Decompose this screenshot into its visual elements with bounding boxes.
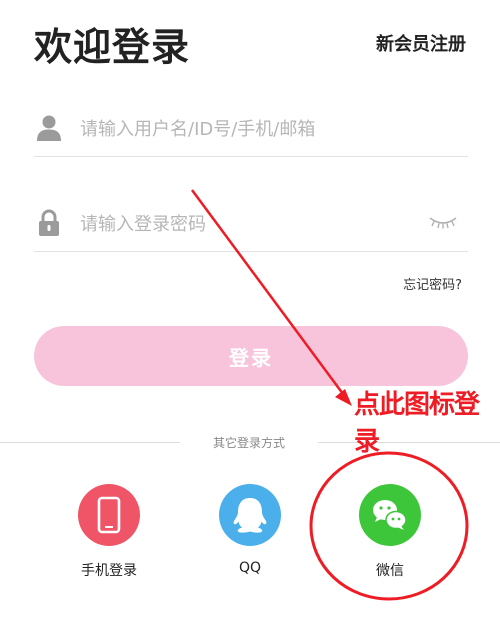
annotation-text: 点此图标登录: [354, 390, 480, 457]
annotation-circle: [309, 451, 469, 601]
annotation-overlay: [190, 189, 469, 601]
annotation-arrow-line: [190, 189, 348, 399]
annotation-arrow-head: [335, 389, 352, 406]
